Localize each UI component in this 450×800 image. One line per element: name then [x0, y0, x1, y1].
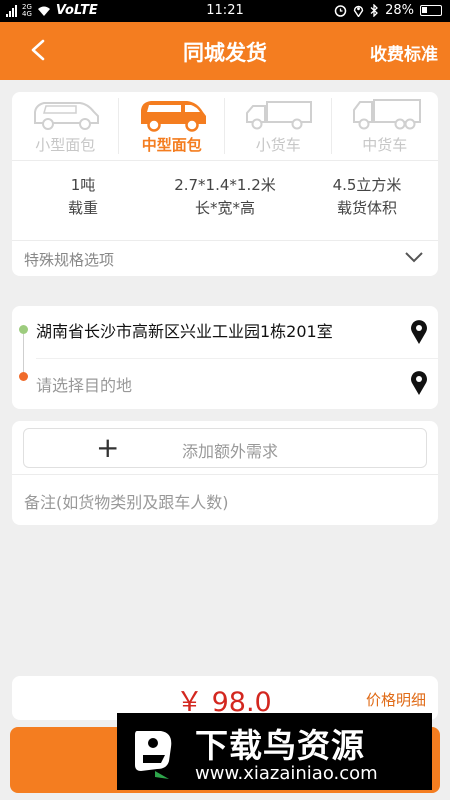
battery-icon: [420, 5, 442, 16]
spec-label: 载重: [67, 199, 98, 217]
vehicle-tab-small-truck[interactable]: 小货车: [225, 92, 332, 160]
small-van-icon: [34, 102, 99, 130]
vehicle-tab-label: 中货车: [362, 136, 408, 154]
spec-volume: 4.5立方米 载货体积: [296, 174, 438, 220]
small-truck-icon: [246, 101, 312, 130]
pricing-standard-link[interactable]: 收费标准: [370, 40, 438, 65]
watermark-title: 下载鸟资源: [195, 726, 365, 765]
remark-input[interactable]: 备注(如货物类别及跟车人数): [24, 489, 424, 513]
watermark: 下载鸟资源 www.xiazainiao.com: [117, 713, 432, 790]
spec-value: 2.7*1.4*1.2米: [174, 176, 276, 194]
alarm-icon: [334, 5, 347, 17]
plus-icon: +: [96, 431, 120, 464]
bird-logo-icon: [135, 731, 172, 779]
location-icon: [353, 5, 364, 17]
vehicle-tabs: 小型面包 中型面包 小货车 中货车: [12, 92, 438, 160]
back-arrow-icon[interactable]: [28, 39, 50, 61]
vehicle-tab-label: 中型面包: [141, 136, 202, 154]
vehicle-tab-label: 小型面包: [35, 136, 96, 154]
watermark-url: www.xiazainiao.com: [195, 763, 378, 784]
spec-label: 载货体积: [336, 199, 397, 217]
bluetooth-icon: [370, 4, 379, 17]
battery-percent: 28%: [385, 3, 414, 18]
medium-truck-icon: [352, 99, 421, 130]
vehicle-tab-label: 小货车: [255, 136, 301, 154]
origin-dot: [19, 325, 28, 334]
vehicle-tab-small-van[interactable]: 小型面包: [12, 92, 119, 160]
add-extra-requirement-button[interactable]: + 添加额外需求: [23, 428, 427, 468]
price-detail-link[interactable]: 价格明细: [366, 689, 426, 710]
vehicle-card: 小型面包 中型面包 小货车 中货车 1吨载重 2.7*1.4*1.2米 长*宽*高…: [12, 92, 438, 276]
spec-value: 4.5立方米: [332, 176, 402, 194]
medium-van-icon: [140, 101, 206, 132]
vehicle-tab-medium-truck[interactable]: 中货车: [332, 92, 439, 160]
extras-card: + 添加额外需求 备注(如货物类别及跟车人数): [12, 421, 438, 525]
status-bar: 2G 4G VoLTE 11:21 28%: [0, 0, 450, 22]
origin-address[interactable]: 湖南省长沙市高新区兴业工业园1栋201室: [36, 318, 333, 342]
spec-label: 长*宽*高: [194, 199, 255, 217]
spec-value: 1吨: [70, 176, 96, 194]
destination-location-pin-icon[interactable]: [410, 370, 428, 396]
route-line: [23, 334, 24, 372]
special-spec-options[interactable]: 特殊规格选项: [12, 242, 438, 276]
chevron-down-icon: [405, 252, 423, 263]
destination-dot: [19, 372, 28, 381]
add-extra-label: 添加额外需求: [182, 442, 279, 461]
origin-location-pin-icon[interactable]: [410, 319, 428, 345]
special-spec-label: 特殊规格选项: [24, 251, 115, 269]
spec-dimensions: 2.7*1.4*1.2米 长*宽*高: [154, 174, 296, 220]
spec-load: 1吨载重: [12, 174, 154, 220]
app-header: 同城发货 收费标准: [0, 22, 450, 80]
vehicle-specs: 1吨载重 2.7*1.4*1.2米 长*宽*高 4.5立方米 载货体积: [12, 174, 438, 220]
vehicle-tab-medium-van[interactable]: 中型面包: [119, 92, 225, 160]
destination-input[interactable]: 请选择目的地: [36, 372, 132, 396]
route-card: 湖南省长沙市高新区兴业工业园1栋201室 请选择目的地: [12, 306, 438, 409]
